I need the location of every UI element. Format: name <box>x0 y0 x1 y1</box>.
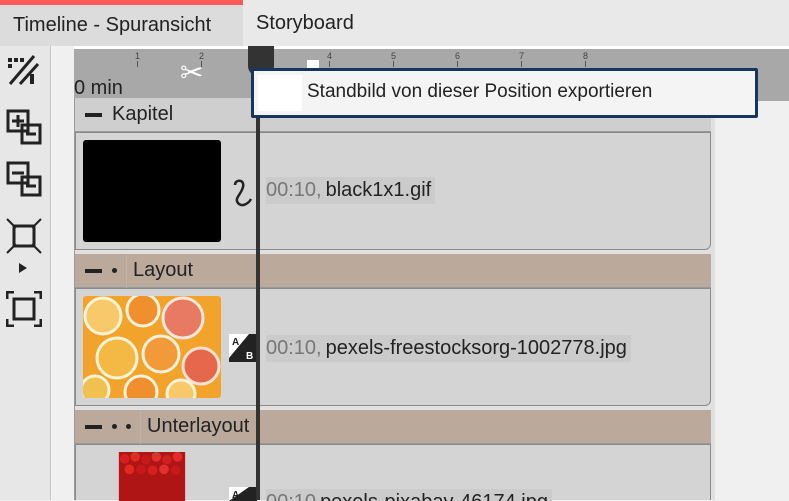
divider <box>140 409 141 444</box>
clip-duration: 00:10, <box>266 177 322 204</box>
remove-chapter-icon[interactable] <box>6 161 42 197</box>
sublayout-label: Unterlayout <box>147 415 250 437</box>
ruler-tick <box>521 61 522 67</box>
timeline-tracks: Kapitel 00:10, black1x1.gif Layout A B 0… <box>74 98 715 501</box>
triangle-right-icon[interactable] <box>18 262 28 274</box>
layout-label: Layout <box>133 259 194 281</box>
transition-letter-b: B <box>246 351 253 362</box>
clip-pexels-1002778[interactable]: A B 00:10, pexels-freestocksorg-1002778.… <box>75 288 711 406</box>
scissors-icon[interactable]: ✂ <box>180 56 203 89</box>
ruler-tick <box>393 61 394 67</box>
tab-bar: Timeline - Spuransicht Storyboard <box>0 0 789 46</box>
level-dot <box>126 424 131 429</box>
tooltip-text: Standbild von dieser Position exportiere… <box>307 81 653 102</box>
tab-timeline-spuransicht[interactable]: Timeline - Spuransicht <box>0 0 243 46</box>
clip-thumbnail <box>83 140 221 242</box>
level-dot <box>112 424 117 429</box>
transition-letter-a: A <box>232 490 239 501</box>
clip-label: 00:10, pexels-freestocksorg-1002778.jpg <box>266 335 631 362</box>
tab-storyboard[interactable]: Storyboard <box>243 0 367 46</box>
collapse-icon[interactable] <box>85 112 102 117</box>
clip-filename: black1x1.gif <box>321 177 436 204</box>
clip-filename: pexels-freestocksorg-1002778.jpg <box>321 335 631 362</box>
strawberries-thumbnail <box>118 452 186 501</box>
clip-duration: 00:10 <box>266 489 317 501</box>
collapse-icon[interactable] <box>85 268 102 273</box>
sublayout-header[interactable]: Unterlayout <box>75 409 711 444</box>
ruler-tick-label: 5 <box>391 51 397 61</box>
tab-label: Storyboard <box>256 11 354 34</box>
ruler-tick-label: 6 <box>455 51 461 61</box>
timeline-toolbar <box>0 46 51 500</box>
ruler-tick-label: 1 <box>135 51 141 61</box>
ab-transition-icon[interactable]: A B <box>229 334 257 362</box>
ruler-tick-label: 7 <box>519 51 525 61</box>
clip-filename: pexels-pixabay-46174.jpg <box>316 489 552 501</box>
layout-header[interactable]: Layout <box>75 253 711 288</box>
divider <box>126 253 127 288</box>
tab-label: Timeline - Spuransicht <box>13 14 212 36</box>
ruler-tick-label: 4 <box>327 51 333 61</box>
ruler-tick-label: 8 <box>583 51 589 61</box>
tooltip: Standbild von dieser Position exportiere… <box>251 68 758 118</box>
chapter-label: Kapitel <box>112 103 174 125</box>
shrink-icon[interactable] <box>6 218 42 254</box>
oranges-thumbnail <box>83 296 221 398</box>
clip-label: 00:10, black1x1.gif <box>266 177 436 204</box>
level-dot <box>112 268 117 273</box>
tooltip-icon-area <box>258 75 302 111</box>
transition-curve-icon[interactable] <box>229 177 255 207</box>
transition-tool-icon[interactable] <box>6 52 42 88</box>
clip-label: 00:10 pexels-pixabay-46174.jpg <box>266 489 552 501</box>
ruler-tick <box>585 61 586 67</box>
ruler-zero-label: 0 min <box>74 77 123 99</box>
ruler-tick <box>329 61 330 67</box>
add-chapter-icon[interactable] <box>6 109 42 145</box>
clip-pexels-46174[interactable]: A 00:10 pexels-pixabay-46174.jpg <box>75 444 711 501</box>
ruler-tick <box>137 61 138 67</box>
clip-duration: 00:10, <box>266 335 322 362</box>
clip-black1x1[interactable]: 00:10, black1x1.gif <box>75 132 711 250</box>
expand-icon[interactable] <box>6 291 42 327</box>
collapse-icon[interactable] <box>85 424 102 429</box>
transition-letter-a: A <box>232 337 239 348</box>
ruler-tick <box>457 61 458 67</box>
ab-transition-icon[interactable]: A <box>229 487 257 501</box>
